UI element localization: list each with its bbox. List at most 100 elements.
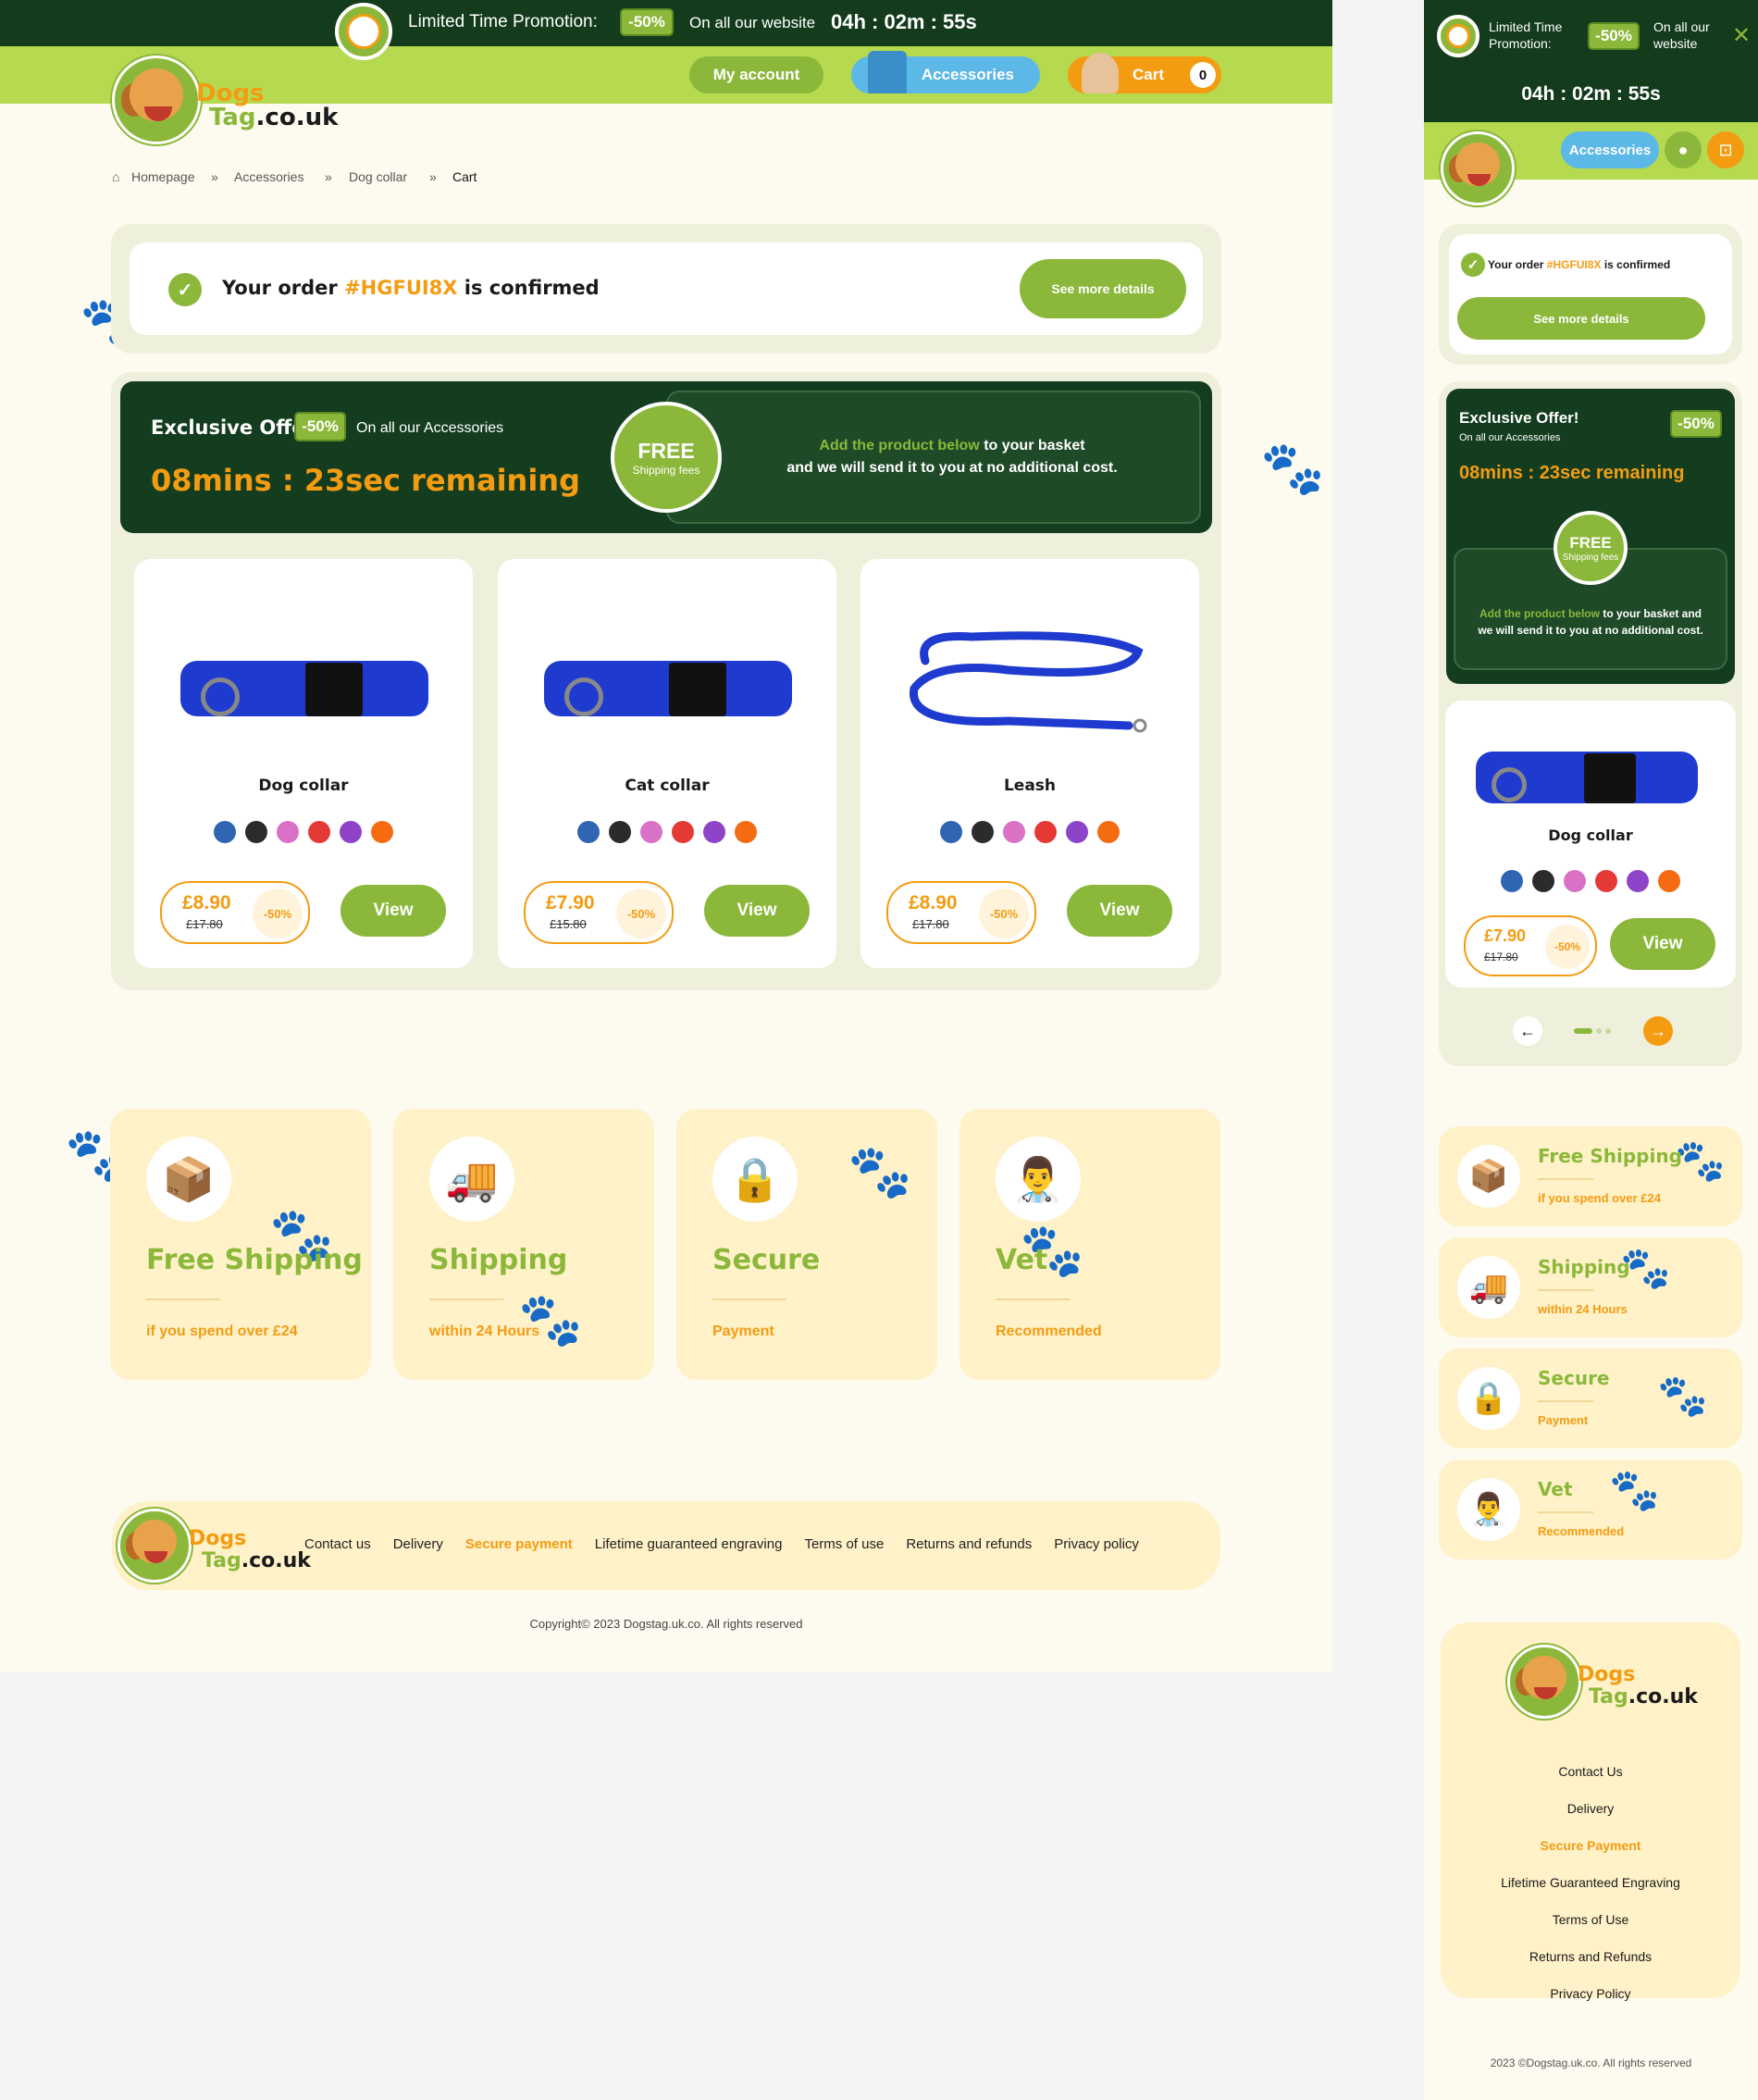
footer-link-secure-payment[interactable]: Secure payment	[465, 1536, 573, 1552]
color-swatch[interactable]	[1564, 870, 1586, 892]
feature-title: Secure	[712, 1244, 821, 1276]
color-swatch[interactable]	[1066, 821, 1088, 843]
color-swatch[interactable]	[1034, 821, 1057, 843]
color-swatches	[860, 821, 1199, 843]
color-swatch[interactable]	[1097, 821, 1120, 843]
carousel-dot-active[interactable]	[1574, 1028, 1592, 1034]
color-swatch[interactable]	[214, 821, 236, 843]
color-swatch[interactable]	[371, 821, 393, 843]
mobile-feature-free-shipping: 🐾 📦 Free Shipping if you spend over £24	[1439, 1126, 1742, 1226]
exclusive-offer-panel: Exclusive Offer! -50% On all our Accesso…	[111, 372, 1221, 990]
view-button[interactable]: View	[704, 885, 810, 937]
paw-decoration-icon: 🐾	[1675, 1138, 1726, 1184]
feature-title: Free Shipping	[146, 1244, 363, 1276]
color-swatch[interactable]	[577, 821, 600, 843]
color-swatch[interactable]	[1595, 870, 1617, 892]
color-swatch[interactable]	[1532, 870, 1554, 892]
feature-vet: 🐾 👨‍⚕️ Vet Recommended	[959, 1109, 1220, 1380]
carousel-dot[interactable]	[1605, 1028, 1611, 1034]
footer-link-privacy[interactable]: Privacy Policy	[1441, 1975, 1740, 2012]
mobile-free-shipping-badge: FREE Shipping fees	[1554, 511, 1628, 585]
mobile-see-more-details-button[interactable]: See more details	[1457, 297, 1705, 340]
breadcrumb-dog-collar[interactable]: Dog collar	[349, 169, 407, 184]
breadcrumb-accessories[interactable]: Accessories	[234, 169, 303, 184]
product-old-price: £17.80	[186, 917, 223, 931]
mobile-copyright: 2023 ©Dogstag.uk.co. All rights reserved	[1490, 2057, 1692, 2069]
feature-title: Free Shipping	[1538, 1145, 1682, 1167]
ring-shape	[1492, 767, 1527, 802]
discount-badge: -50%	[616, 888, 666, 938]
logo-word-tag: Tag.co.uk	[1589, 1685, 1698, 1709]
view-button[interactable]: View	[1067, 885, 1172, 937]
close-icon[interactable]: ✕	[1732, 22, 1751, 49]
arrow-left-icon[interactable]: ←	[1513, 1016, 1542, 1046]
color-swatch[interactable]	[340, 821, 362, 843]
color-swatch[interactable]	[609, 821, 631, 843]
buckle-shape	[669, 663, 726, 716]
carousel-dot[interactable]	[1596, 1028, 1602, 1034]
color-swatch[interactable]	[1003, 821, 1025, 843]
feature-secure: 🐾 🔒 Secure Payment	[676, 1109, 937, 1380]
mobile-promo-text: On all our website	[1653, 19, 1710, 51]
footer-link-engraving[interactable]: Lifetime Guaranteed Engraving	[1441, 1864, 1740, 1901]
mobile-view-button[interactable]: View	[1610, 918, 1715, 970]
mobile-offer-banner: Exclusive Offer! On all our Accessories …	[1446, 389, 1735, 684]
color-swatch[interactable]	[245, 821, 267, 843]
mobile-accessories-button[interactable]: Accessories	[1561, 131, 1659, 168]
color-swatch[interactable]	[940, 821, 962, 843]
color-swatch[interactable]	[308, 821, 330, 843]
my-account-button[interactable]: My account	[689, 56, 823, 93]
accessories-button[interactable]: Accessories	[851, 51, 1040, 93]
feature-subtitle: within 24 Hours	[429, 1323, 540, 1339]
ring-shape	[564, 677, 603, 716]
footer-link-contact[interactable]: Contact Us	[1441, 1753, 1740, 1790]
footer-link-engraving[interactable]: Lifetime guaranteed engraving	[595, 1536, 783, 1552]
product-card[interactable]: Dog collar £8.90 £17.80 -50% View	[134, 559, 473, 968]
clock-icon	[1437, 15, 1479, 57]
color-swatch[interactable]	[1501, 870, 1523, 892]
exclusive-offer-banner: Exclusive Offer! -50% On all our Accesso…	[120, 381, 1212, 533]
footer-link-secure-payment[interactable]: Secure Payment	[1441, 1827, 1740, 1864]
mobile-offer-timer: 08mins : 23sec remaining	[1459, 463, 1685, 483]
footer-link-terms[interactable]: Terms of Use	[1441, 1901, 1740, 1938]
color-swatch[interactable]	[640, 821, 662, 843]
color-swatch[interactable]	[735, 821, 757, 843]
product-card[interactable]: Leash £8.90 £17.80 -50% View	[860, 559, 1199, 968]
mobile-offer-discount: -50%	[1670, 410, 1722, 438]
color-swatch[interactable]	[703, 821, 725, 843]
footer-link-returns[interactable]: Returns and refunds	[906, 1536, 1032, 1552]
color-swatch[interactable]	[1627, 870, 1649, 892]
accessories-label: Accessories	[921, 66, 1014, 83]
dog-logo-icon[interactable]	[1441, 131, 1515, 205]
check-icon: ✓	[168, 273, 202, 306]
footer-link-delivery[interactable]: Delivery	[1441, 1790, 1740, 1827]
footer-link-contact[interactable]: Contact us	[304, 1536, 371, 1552]
feature-free-shipping: 🐾 📦 Free Shipping if you spend over £24	[110, 1109, 371, 1380]
color-swatch[interactable]	[672, 821, 694, 843]
person-dog-icon	[1082, 53, 1119, 93]
footer-link-terms[interactable]: Terms of use	[804, 1536, 884, 1552]
see-more-details-button[interactable]: See more details	[1020, 259, 1186, 318]
product-name: Cat collar	[625, 777, 710, 795]
mobile-product-name: Dog collar	[1548, 826, 1633, 844]
promo-bar: Limited Time Promotion: -50% On all our …	[0, 0, 1332, 60]
mobile-product-card[interactable]: Dog collar £7.90 £17.80 -50% View	[1445, 701, 1736, 988]
user-icon[interactable]: ●	[1665, 131, 1702, 168]
product-price: £7.90	[546, 892, 595, 913]
footer-link-returns[interactable]: Returns and Refunds	[1441, 1938, 1740, 1975]
arrow-right-icon[interactable]: →	[1643, 1016, 1673, 1046]
promo-timer: 04h : 02m : 55s	[831, 10, 977, 33]
footer-link-delivery[interactable]: Delivery	[393, 1536, 443, 1552]
product-card[interactable]: Cat collar £7.90 £15.80 -50% View	[498, 559, 836, 968]
promo-discount-badge: -50%	[620, 8, 674, 36]
color-swatch[interactable]	[1658, 870, 1680, 892]
color-swatch[interactable]	[277, 821, 299, 843]
color-swatch[interactable]	[972, 821, 994, 843]
breadcrumb-home[interactable]: Homepage	[131, 169, 195, 184]
vet-icon: 👨‍⚕️	[996, 1137, 1081, 1222]
divider	[1538, 1400, 1593, 1402]
cart-button[interactable]: Cart 0	[1068, 53, 1221, 93]
cart-icon[interactable]: ⊡	[1707, 131, 1744, 168]
view-button[interactable]: View	[340, 885, 446, 937]
footer-link-privacy[interactable]: Privacy policy	[1054, 1536, 1139, 1552]
